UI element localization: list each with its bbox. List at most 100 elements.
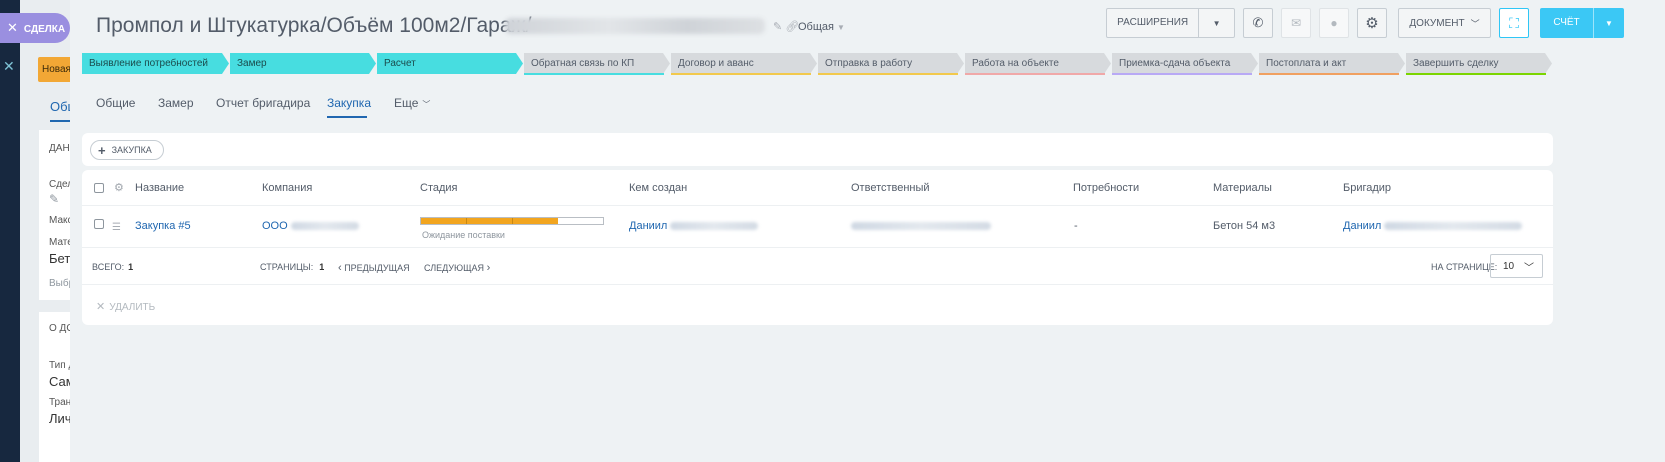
- total-count: ВСЕГО: 1: [92, 262, 133, 272]
- stage-status-label: Ожидание поставки: [422, 230, 505, 240]
- row-foreman-link[interactable]: Даниил: [1343, 220, 1523, 232]
- row-needs: -: [1074, 220, 1078, 232]
- stage-item[interactable]: Завершить сделку: [1406, 53, 1552, 74]
- row-checkbox[interactable]: [94, 219, 104, 229]
- footer-separator: [82, 284, 1553, 285]
- caret-down-icon[interactable]: ▼: [1594, 19, 1624, 28]
- grid-settings-icon[interactable]: ⚙: [114, 181, 124, 194]
- row-created-by-link[interactable]: Даниил: [629, 220, 759, 232]
- stage-color-line: [671, 73, 811, 75]
- tab-more-label: Еще: [394, 96, 419, 110]
- row-materials: Бетон 54 м3: [1213, 220, 1276, 232]
- company-redacted: [290, 222, 359, 231]
- invoice-button[interactable]: СЧЁТ ▼: [1540, 8, 1624, 38]
- caret-down-icon[interactable]: ▼: [1199, 19, 1234, 28]
- stage-item[interactable]: Работа на объекте: [965, 53, 1111, 74]
- category-selector[interactable]: Общая ▼: [798, 21, 845, 33]
- column-header-foreman[interactable]: Бригадир: [1343, 182, 1391, 194]
- edit-title-icon[interactable]: ✎ 🔗︎: [773, 20, 799, 33]
- scan-button[interactable]: ⛶: [1499, 8, 1529, 38]
- stage-label: Завершить сделку: [1413, 58, 1499, 69]
- stage-item[interactable]: Выявление потребностей: [82, 53, 229, 74]
- chat-button[interactable]: ●: [1319, 8, 1349, 38]
- prev-page-button[interactable]: ‹ ПРЕДЫДУЩАЯ: [338, 262, 410, 274]
- column-header-needs[interactable]: Потребности: [1073, 182, 1139, 194]
- stage-item[interactable]: Приемка-сдача объекта: [1112, 53, 1258, 74]
- column-header-name[interactable]: Название: [135, 182, 184, 194]
- delete-button[interactable]: ✕ УДАЛИТЬ: [96, 300, 155, 313]
- slider-close-button[interactable]: ✕ СДЕЛКА: [0, 13, 70, 43]
- background-value-type: Самострой: [49, 374, 70, 389]
- drag-handle-icon[interactable]: ☰: [112, 222, 121, 233]
- caret-down-icon: ▼: [836, 23, 845, 32]
- per-page-label: НА СТРАНИЦЕ:: [1431, 262, 1498, 272]
- add-purchase-button[interactable]: + ЗАКУПКА: [90, 140, 164, 160]
- settings-button[interactable]: ⚙: [1357, 8, 1387, 38]
- phone-button[interactable]: ✆: [1243, 8, 1273, 38]
- column-header-responsible[interactable]: Ответственный: [851, 182, 930, 194]
- close-icon: ✕: [7, 20, 18, 35]
- foreman-redacted: [1384, 222, 1523, 231]
- stage-color-line: [1406, 73, 1546, 75]
- total-value: 1: [128, 262, 134, 272]
- background-edit-icon: ✎: [49, 192, 60, 206]
- background-tab: Общие: [50, 99, 70, 114]
- total-label: ВСЕГО:: [92, 262, 125, 272]
- invoice-label: СЧЁТ: [1540, 8, 1594, 38]
- stage-item[interactable]: Расчет: [377, 53, 523, 74]
- next-page-button[interactable]: СЛЕДУЮЩАЯ ›: [424, 262, 490, 274]
- background-section-about: О ДОМЕ: [49, 323, 70, 334]
- tab-purchase[interactable]: Закупка: [327, 96, 371, 110]
- deal-slider: Промпол и Штукатурка/Объём 100м2/Гараж/ …: [70, 0, 1665, 462]
- column-header-created-by[interactable]: Кем создан: [629, 182, 687, 194]
- document-button[interactable]: ДОКУМЕНТ ﹀: [1398, 8, 1491, 38]
- per-page-select[interactable]: 10 ﹀: [1490, 254, 1543, 278]
- row-company-link[interactable]: ООО: [262, 220, 359, 232]
- column-header-company[interactable]: Компания: [262, 182, 312, 194]
- tab-more[interactable]: Еще ﹀: [394, 96, 430, 110]
- stage-label: Приемка-сдача объекта: [1119, 58, 1231, 69]
- background-label-material: Материал: [49, 237, 70, 248]
- background-label-type: Тип дома: [49, 360, 70, 371]
- stage-item[interactable]: Постоплата и акт: [1259, 53, 1405, 74]
- background-stage-badge: Новая: [38, 57, 70, 82]
- stage-progress-bar[interactable]: [420, 217, 604, 225]
- header-separator: [82, 205, 1553, 206]
- mail-icon: ✉: [1290, 16, 1302, 30]
- select-all-checkbox[interactable]: [94, 183, 104, 193]
- row-responsible-link[interactable]: [851, 220, 991, 232]
- tab-active-underline: [327, 116, 367, 118]
- stage-label: Обратная связь по КП: [531, 58, 635, 69]
- stage-item[interactable]: Договор и аванс: [671, 53, 817, 74]
- pages-label: СТРАНИЦЫ:: [260, 262, 314, 272]
- tab-general[interactable]: Общие: [96, 96, 135, 110]
- stage-label: Отправка в работу: [825, 58, 913, 69]
- stage-label: Договор и аванс: [678, 58, 754, 69]
- column-header-materials[interactable]: Материалы: [1213, 182, 1272, 194]
- stage-item[interactable]: Отправка в работу: [818, 53, 964, 74]
- stage-label: Постоплата и акт: [1266, 58, 1347, 69]
- background-label-deal: Сделка: [49, 179, 70, 190]
- tab-measurement[interactable]: Замер: [158, 96, 194, 110]
- mail-button[interactable]: ✉: [1281, 8, 1311, 38]
- stage-item[interactable]: Замер: [230, 53, 376, 74]
- tab-foreman-report[interactable]: Отчет бригадира: [216, 96, 310, 110]
- document-label: ДОКУМЕНТ: [1409, 17, 1465, 29]
- close-icon: ✕: [96, 301, 106, 313]
- stage-item[interactable]: Обратная связь по КП: [524, 53, 670, 74]
- background-label-manager: Макс: [49, 215, 70, 226]
- slider-close-label: СДЕЛКА: [23, 24, 66, 35]
- column-header-stage[interactable]: Стадия: [420, 182, 458, 194]
- current-page[interactable]: 1: [319, 262, 324, 272]
- chat-icon: ●: [1330, 16, 1338, 30]
- responsible-redacted: [851, 222, 991, 231]
- created-by-redacted: [670, 222, 759, 231]
- stage-label: Расчет: [384, 58, 416, 69]
- row-name-link[interactable]: Закупка #5: [135, 220, 191, 232]
- background-card-title: ДАННЫЕ: [49, 143, 70, 154]
- prev-page-label: ПРЕДЫДУЩАЯ: [344, 263, 410, 273]
- extensions-label: РАСШИРЕНИЯ: [1107, 9, 1200, 37]
- extensions-button[interactable]: РАСШИРЕНИЯ ▼: [1106, 8, 1235, 38]
- purchase-grid: ⚙ Название Компания Стадия Кем создан От…: [82, 170, 1553, 325]
- grid-toolbar: + ЗАКУПКА: [82, 133, 1553, 166]
